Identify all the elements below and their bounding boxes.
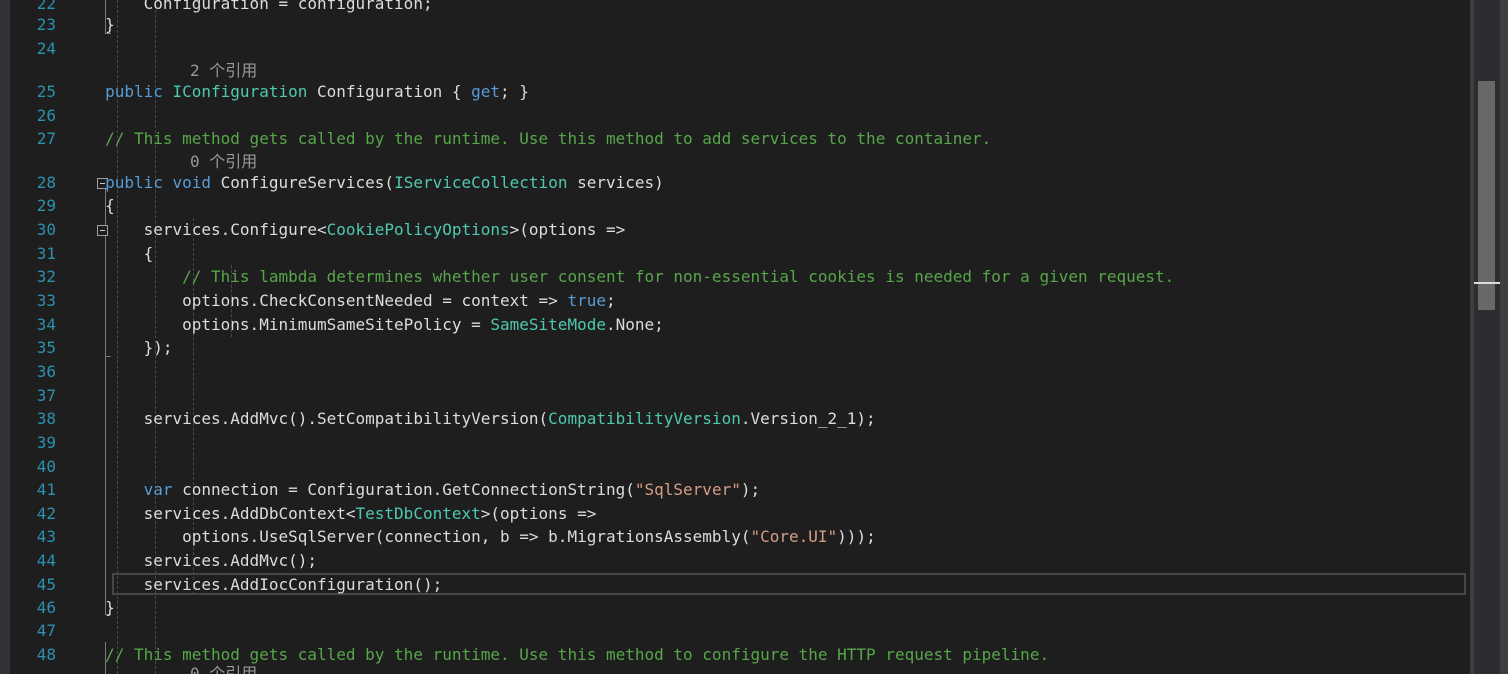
line-number: 36 [36, 362, 56, 381]
code-text[interactable]: services.AddIocConfiguration(); [28, 573, 443, 596]
code-text[interactable]: } [28, 13, 115, 36]
line-number: 47 [36, 621, 56, 640]
vertical-scrollbar[interactable] [1470, 0, 1508, 674]
code-line[interactable]: 26 [10, 104, 1470, 127]
code-text[interactable]: services.Configure<CookiePolicyOptions>(… [28, 218, 626, 241]
code-line[interactable]: 39 [10, 431, 1470, 454]
codelens-references[interactable]: 0 个引用 [190, 152, 257, 172]
code-text[interactable]: options.MinimumSameSitePolicy = SameSite… [28, 313, 664, 336]
code-text[interactable]: // This lambda determines whether user c… [28, 265, 1174, 288]
code-line[interactable]: 35 }); [10, 336, 1470, 359]
code-line[interactable]: 48 // This method gets called by the run… [10, 643, 1470, 666]
code-line[interactable]: 47 [10, 619, 1470, 642]
code-line[interactable]: 31 { [10, 242, 1470, 265]
code-line[interactable]: 43 options.UseSqlServer(connection, b =>… [10, 525, 1470, 548]
code-line[interactable]: 40 [10, 455, 1470, 478]
editor-left-margin [0, 0, 10, 674]
code-text[interactable]: options.CheckConsentNeeded = context => … [28, 289, 615, 312]
code-line[interactable]: 29 { [10, 194, 1470, 217]
code-line[interactable]: 28 public void ConfigureServices(IServic… [10, 171, 1470, 194]
code-line[interactable]: 36 [10, 360, 1470, 383]
code-line[interactable]: 32 // This lambda determines whether use… [10, 265, 1470, 288]
line-number: 39 [36, 433, 56, 452]
scrollbar-thumb[interactable] [1478, 81, 1495, 310]
code-text[interactable]: }); [28, 336, 173, 359]
codelens-references[interactable]: 2 个引用 [190, 61, 257, 81]
line-number: 40 [36, 457, 56, 476]
code-text[interactable]: services.AddMvc().SetCompatibilityVersio… [28, 407, 876, 430]
code-line[interactable]: 24 [10, 37, 1470, 60]
code-text[interactable]: services.AddMvc(); [28, 549, 317, 572]
code-editor[interactable]: 22 Configuration = configuration; 23 } 24 2… [10, 0, 1470, 674]
line-number: 26 [36, 106, 56, 125]
code-line[interactable]: 23 } [10, 13, 1470, 36]
code-text[interactable]: // This method gets called by the runtim… [28, 127, 991, 150]
code-text[interactable]: options.UseSqlServer(connection, b => b.… [28, 525, 876, 548]
code-text[interactable]: } [28, 596, 115, 619]
code-text[interactable]: public void ConfigureServices(IServiceCo… [28, 171, 664, 194]
code-line[interactable]: 41 var connection = Configuration.GetCon… [10, 478, 1470, 501]
code-line[interactable]: 38 services.AddMvc().SetCompatibilityVer… [10, 407, 1470, 430]
code-line[interactable]: 46 } [10, 596, 1470, 619]
code-text[interactable]: // This method gets called by the runtim… [28, 643, 1049, 666]
code-text[interactable]: services.AddDbContext<TestDbContext>(opt… [28, 502, 597, 525]
scrollbar-track[interactable] [1474, 0, 1500, 674]
code-line[interactable]: 34 options.MinimumSameSitePolicy = SameS… [10, 313, 1470, 336]
code-line[interactable]: 37 [10, 384, 1470, 407]
line-number: 24 [36, 39, 56, 58]
code-line[interactable]: 44 services.AddMvc(); [10, 549, 1470, 572]
code-text[interactable]: var connection = Configuration.GetConnec… [28, 478, 761, 501]
codelens-references[interactable]: 0 个引用 [190, 664, 257, 674]
code-line[interactable]: 30 services.Configure<CookiePolicyOption… [10, 218, 1470, 241]
code-text[interactable]: { [28, 242, 154, 265]
code-line[interactable]: 45 services.AddIocConfiguration(); [10, 573, 1470, 596]
scrollbar-caret-marker [1474, 282, 1500, 284]
line-number: 37 [36, 386, 56, 405]
code-line[interactable]: 25 public IConfiguration Configuration {… [10, 80, 1470, 103]
code-text[interactable]: { [28, 194, 115, 217]
code-line[interactable]: 42 services.AddDbContext<TestDbContext>(… [10, 502, 1470, 525]
code-line[interactable]: 27 // This method gets called by the run… [10, 127, 1470, 150]
code-line[interactable]: 33 options.CheckConsentNeeded = context … [10, 289, 1470, 312]
code-text[interactable]: public IConfiguration Configuration { ge… [28, 80, 529, 103]
